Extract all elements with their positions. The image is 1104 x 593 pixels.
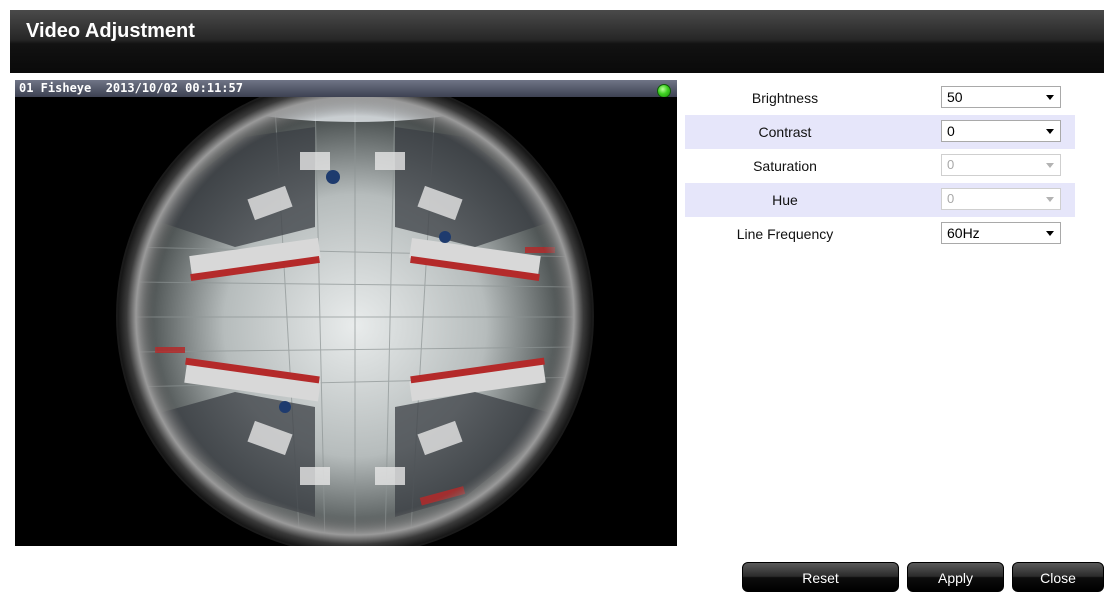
chevron-down-icon (1046, 129, 1054, 134)
hue-value: 0 (947, 191, 955, 206)
close-button[interactable]: Close (1012, 562, 1104, 592)
setting-row-saturation: Saturation 0 (685, 149, 1075, 183)
contrast-select[interactable]: 0 (941, 120, 1061, 142)
saturation-label: Saturation (753, 158, 817, 174)
line-frequency-select[interactable]: 60Hz (941, 222, 1061, 244)
settings-panel: Brightness 50 Contrast 0 Saturation 0 Hu… (685, 81, 1075, 251)
status-led-icon (657, 84, 671, 98)
chevron-down-icon (1046, 163, 1054, 168)
line-frequency-value: 60Hz (947, 225, 980, 241)
chevron-down-icon (1046, 197, 1054, 202)
video-preview: 01 Fisheye 2013/10/02 00:11:57 (15, 80, 677, 546)
video-timestamp: 2013/10/02 00:11:57 (105, 81, 243, 95)
dialog-titlebar: Video Adjustment (10, 10, 1104, 73)
saturation-select: 0 (941, 154, 1061, 176)
chevron-down-icon (1046, 231, 1054, 236)
chevron-down-icon (1046, 95, 1054, 100)
dialog-title: Video Adjustment (26, 20, 195, 42)
setting-row-line-frequency: Line Frequency 60Hz (685, 217, 1075, 251)
setting-row-contrast: Contrast 0 (685, 115, 1075, 149)
brightness-value: 50 (947, 89, 963, 105)
apply-button[interactable]: Apply (907, 562, 1004, 592)
saturation-value: 0 (947, 157, 955, 172)
brightness-select[interactable]: 50 (941, 86, 1061, 108)
contrast-value: 0 (947, 123, 955, 139)
contrast-label: Contrast (758, 124, 812, 140)
line-frequency-label: Line Frequency (736, 226, 834, 242)
reset-button[interactable]: Reset (742, 562, 899, 592)
fisheye-image (15, 97, 677, 546)
hue-select: 0 (941, 188, 1061, 210)
video-osd-bar: 01 Fisheye 2013/10/02 00:11:57 (15, 80, 677, 97)
setting-row-brightness: Brightness 50 (685, 81, 1075, 115)
hue-label: Hue (772, 192, 798, 208)
setting-row-hue: Hue 0 (685, 183, 1075, 217)
brightness-label: Brightness (751, 90, 819, 106)
camera-label: 01 Fisheye (19, 81, 92, 95)
